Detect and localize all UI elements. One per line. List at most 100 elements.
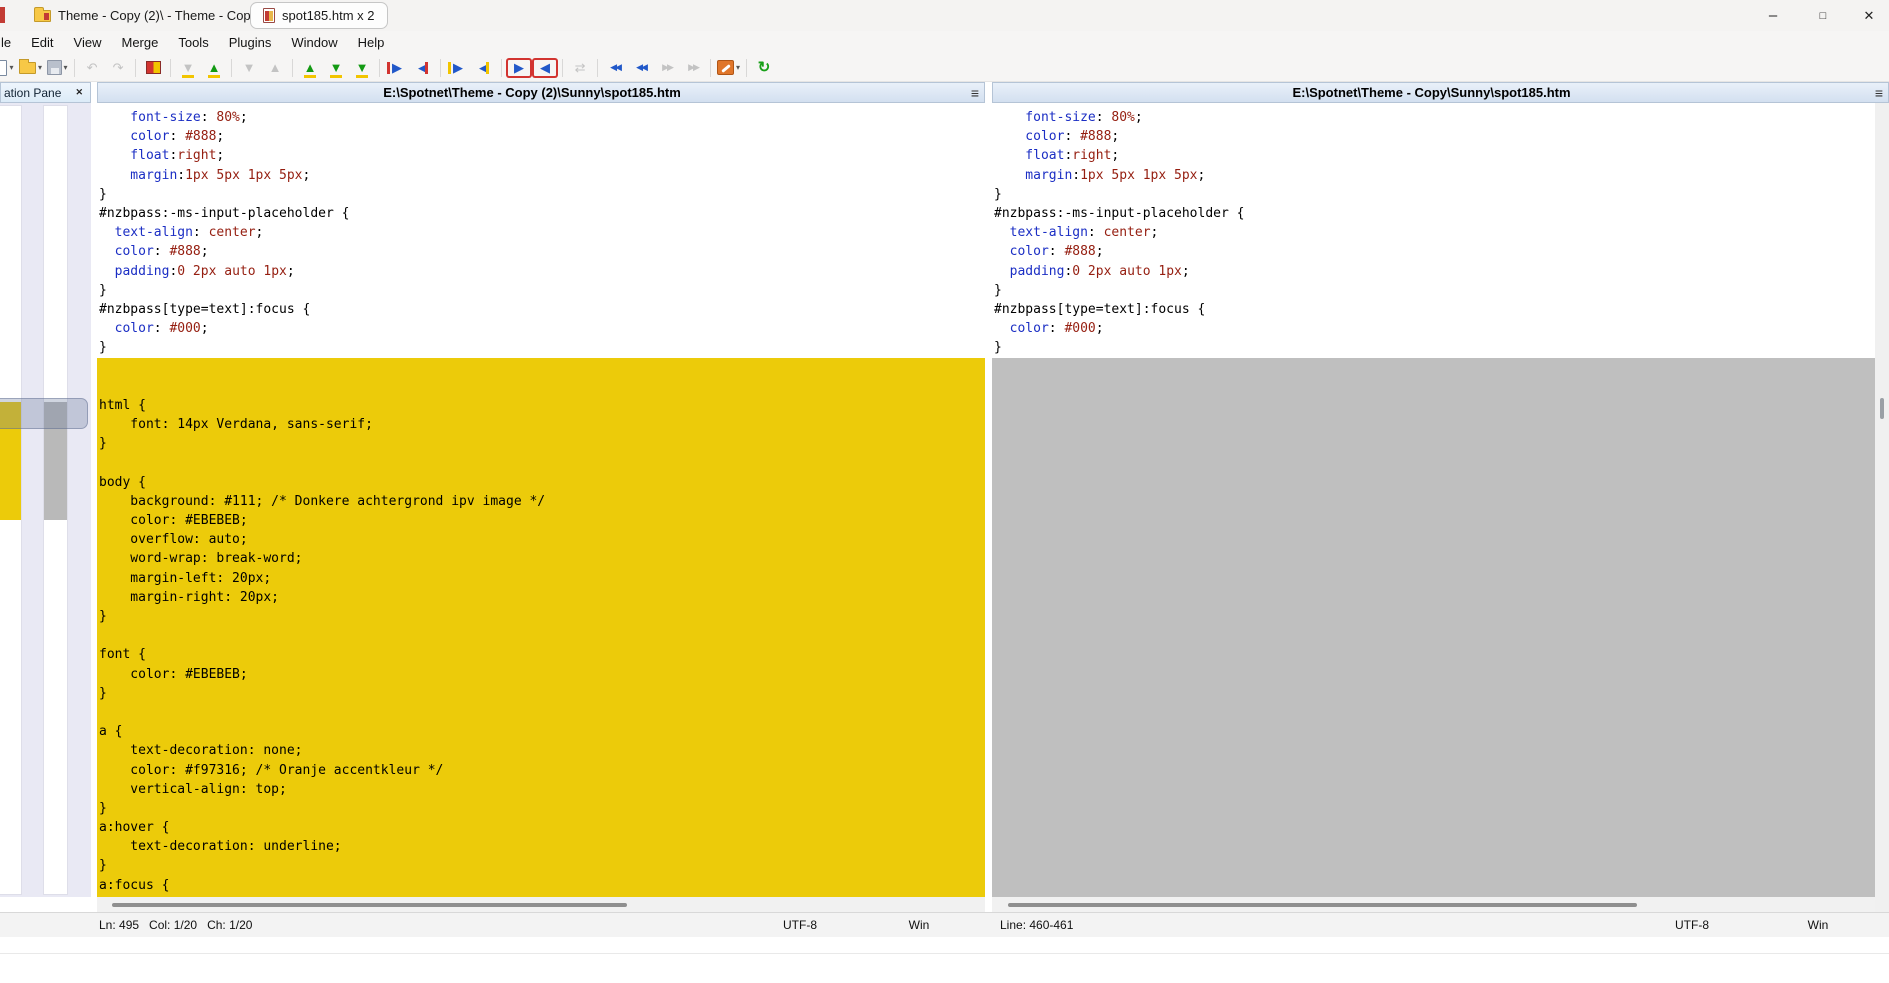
view-layout-icon: [146, 61, 161, 74]
location-pane-minimap-left[interactable]: [0, 105, 22, 895]
undo-button[interactable]: ↶: [79, 56, 105, 80]
maximize-button[interactable]: □: [1800, 0, 1846, 31]
copy-to-left-button[interactable]: ◀: [410, 56, 436, 80]
dropdown-caret-icon: ▾: [64, 63, 68, 72]
menu-item-window[interactable]: Window: [281, 31, 347, 54]
menu-item-help[interactable]: Help: [348, 31, 395, 54]
statusbar: Ln: 495 Col: 1/20 Ch: 1/20 UTF-8 Win Lin…: [0, 912, 1889, 937]
right-horizontal-scrollbar-thumb[interactable]: [1008, 903, 1637, 907]
diff-line: text-decoration: underline;: [97, 837, 985, 856]
diff-line: }: [97, 607, 985, 626]
vertical-scrollbar-thumb[interactable]: [1880, 398, 1884, 419]
toolbar-separator: [170, 59, 171, 77]
save-icon: [47, 60, 62, 75]
new-button[interactable]: ▾: [0, 56, 17, 80]
previous-conflict-button[interactable]: ▲: [262, 56, 288, 80]
previous-difference-icon: ▲: [208, 61, 221, 74]
diff-line: [97, 454, 985, 473]
open-button[interactable]: ▾: [17, 56, 44, 80]
right-editor[interactable]: font-size: 80%; color: #888; float:right…: [992, 103, 1875, 897]
menu-item-file[interactable]: le: [0, 31, 21, 54]
code-line: #nzbpass[type=text]:focus {: [99, 300, 985, 319]
right-status-position: Line: 460-461: [1000, 913, 1073, 937]
save-button[interactable]: ▾: [44, 56, 70, 80]
last-difference-button[interactable]: ▼: [349, 56, 375, 80]
close-icon: ✕: [1864, 8, 1875, 24]
copy-all-to-right-button[interactable]: ▶: [506, 58, 532, 78]
right-pane-menu-icon[interactable]: ≡: [1870, 85, 1888, 101]
location-pane-minimap-right[interactable]: [43, 105, 68, 895]
left-status-ch: Ch: 1/20: [207, 918, 252, 932]
first-difference-icon: ▲: [304, 61, 317, 74]
refresh-button[interactable]: ↻: [751, 56, 777, 80]
redo-button[interactable]: ↷: [105, 56, 131, 80]
tab-folder-compare[interactable]: Theme - Copy (2)\ - Theme - Copy\: [22, 2, 273, 29]
diff-line: a:focus {: [97, 876, 985, 895]
menu-item-plugins[interactable]: Plugins: [219, 31, 282, 54]
redo-icon: ↷: [113, 61, 124, 74]
last-difference-icon: ▼: [356, 61, 369, 74]
vertical-scrollbar[interactable]: [1875, 103, 1889, 912]
current-difference-icon: ▼: [330, 61, 343, 74]
tab-file-compare[interactable]: spot185.htm x 2: [250, 2, 388, 29]
last-file-button[interactable]: ▶▶: [680, 56, 706, 80]
code-line: #nzbpass[type=text]:focus {: [994, 300, 1875, 319]
first-file-button[interactable]: ◀◀: [602, 56, 628, 80]
copy-all-to-right-icon: ▶: [514, 61, 524, 74]
menu-item-merge[interactable]: Merge: [111, 31, 168, 54]
options-button[interactable]: ▾: [715, 56, 742, 80]
first-file-icon: ◀◀: [610, 63, 620, 72]
previous-file-button[interactable]: ◀◀: [628, 56, 654, 80]
current-difference-button[interactable]: ▼: [323, 56, 349, 80]
menu-item-edit[interactable]: Edit: [21, 31, 63, 54]
merge-document-icon: [263, 8, 275, 23]
left-horizontal-scrollbar-thumb[interactable]: [112, 903, 627, 907]
previous-difference-button[interactable]: ▲: [201, 56, 227, 80]
left-pane-filepath: E:\Spotnet\Theme - Copy (2)\Sunny\spot18…: [98, 85, 966, 100]
copy-all-to-left-button[interactable]: ◀: [532, 58, 558, 78]
menu-item-view[interactable]: View: [64, 31, 112, 54]
toolbar-separator: [379, 59, 380, 77]
location-pane-close-icon[interactable]: ✕: [71, 87, 87, 98]
left-status-line: Ln: 495: [99, 918, 139, 932]
copy-right-and-advance-button[interactable]: ▶: [445, 56, 471, 80]
next-file-button[interactable]: ▶▶: [654, 56, 680, 80]
copy-to-right-button[interactable]: ▶: [384, 56, 410, 80]
view-layout-button[interactable]: [140, 56, 166, 80]
diff-line: [97, 377, 985, 396]
copy-left-and-advance-button[interactable]: ◀: [471, 56, 497, 80]
menu-item-tools[interactable]: Tools: [168, 31, 218, 54]
toolbar-icon-accent: [448, 62, 451, 74]
diff-line: font: 14px Verdana, sans-serif;: [97, 415, 985, 434]
right-code-block: font-size: 80%; color: #888; float:right…: [994, 108, 1875, 357]
right-horizontal-scrollbar[interactable]: [992, 897, 1875, 912]
close-button[interactable]: ✕: [1846, 0, 1889, 31]
left-horizontal-scrollbar[interactable]: [97, 897, 985, 912]
code-line: margin:1px 5px 1px 5px;: [99, 166, 985, 185]
copy-to-left-icon: ◀: [418, 61, 428, 74]
swap-panes-button[interactable]: ⇄: [567, 56, 593, 80]
toolbar-separator: [597, 59, 598, 77]
code-line: padding:0 2px auto 1px;: [99, 262, 985, 281]
left-pane-header: E:\Spotnet\Theme - Copy (2)\Sunny\spot18…: [97, 82, 985, 103]
next-conflict-button[interactable]: ▼: [236, 56, 262, 80]
left-diff-block-added: html { font: 14px Verdana, sans-serif;}b…: [97, 358, 985, 897]
code-line: color: #000;: [994, 319, 1875, 338]
diff-line: a:hover {: [97, 818, 985, 837]
left-editor[interactable]: font-size: 80%; color: #888; float:right…: [97, 103, 985, 897]
tab-folder-compare-label: Theme - Copy (2)\ - Theme - Copy\: [58, 8, 261, 23]
code-line: }: [99, 185, 985, 204]
code-line: text-align: center;: [99, 223, 985, 242]
minimize-button[interactable]: –: [1750, 0, 1796, 31]
left-status-col: Col: 1/20: [149, 918, 197, 932]
first-difference-button[interactable]: ▲: [297, 56, 323, 80]
location-pane-header: ation Pane ✕: [0, 82, 91, 103]
open-icon: [19, 62, 36, 74]
diff-line: }: [97, 434, 985, 453]
next-conflict-icon: ▼: [243, 61, 256, 74]
location-pane-viewport[interactable]: [0, 398, 88, 429]
diff-line: color: #EBEBEB;: [97, 511, 985, 530]
next-difference-button[interactable]: ▼: [175, 56, 201, 80]
diff-line: overflow: auto;: [97, 530, 985, 549]
left-pane-menu-icon[interactable]: ≡: [966, 85, 984, 101]
